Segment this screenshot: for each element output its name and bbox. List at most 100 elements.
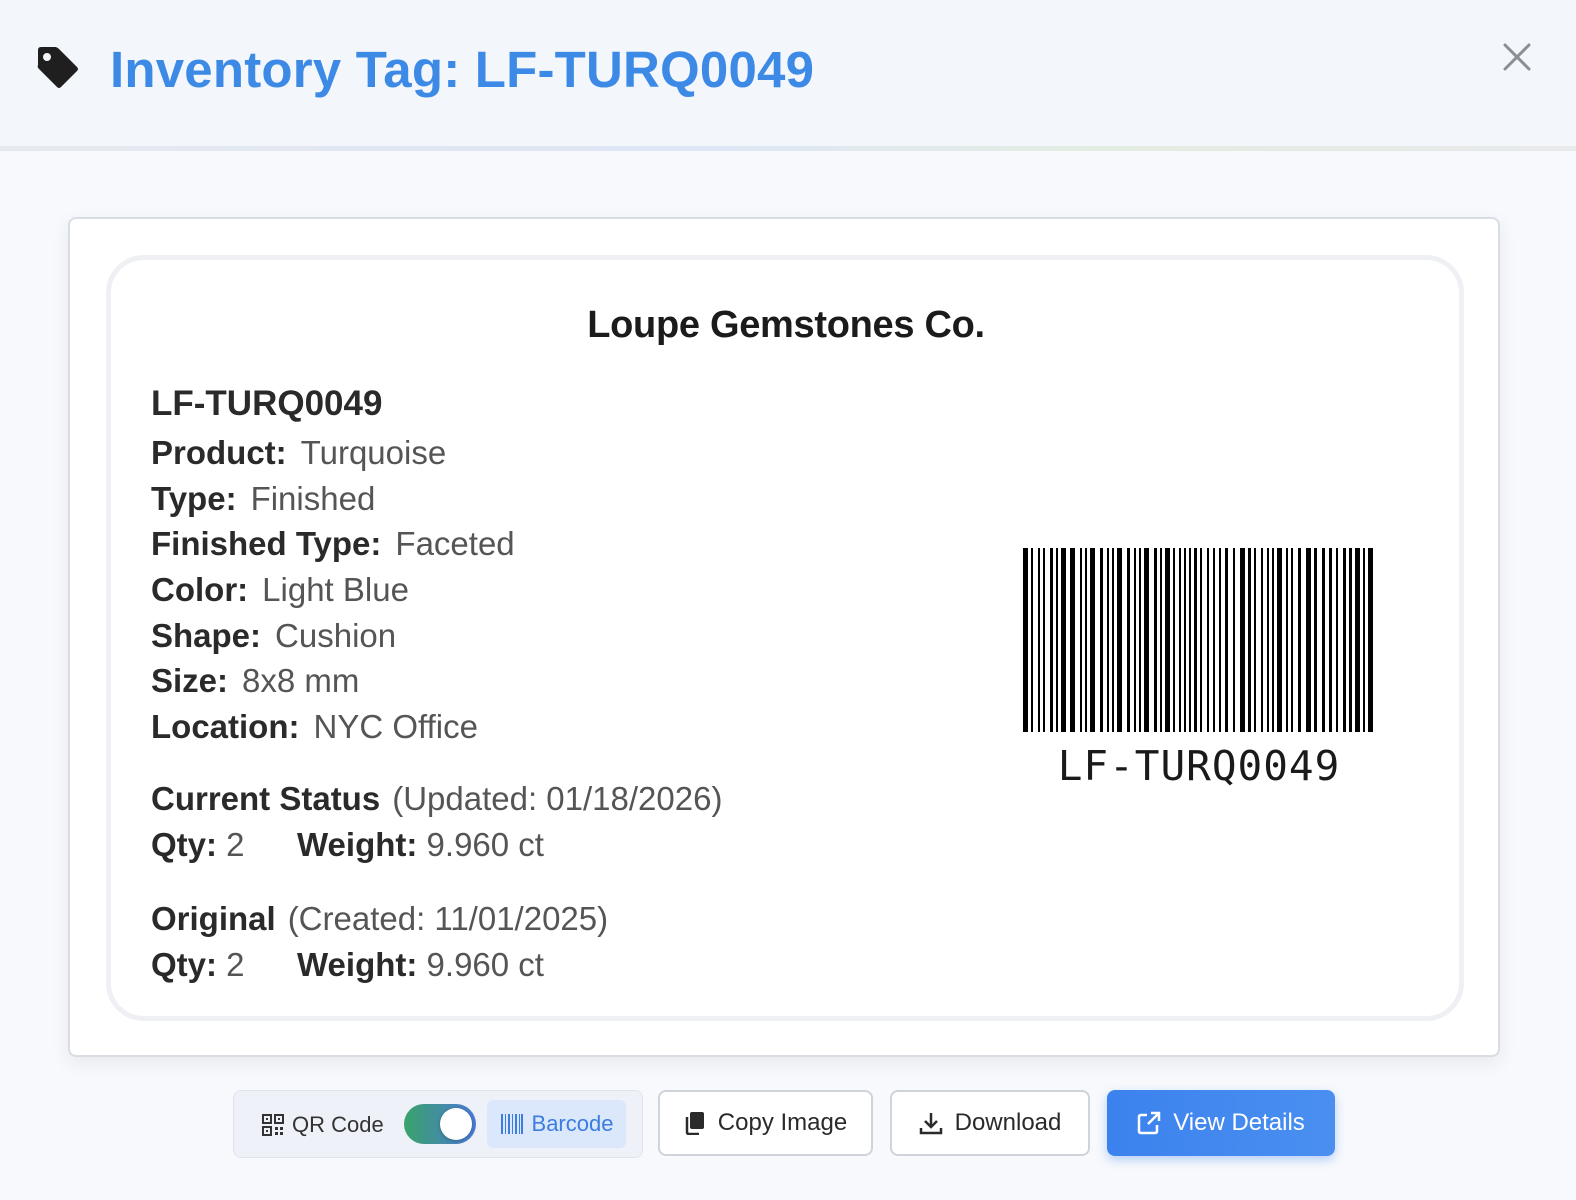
field-value: Faceted bbox=[395, 525, 515, 563]
qr-code-option[interactable]: QR Code bbox=[262, 1109, 384, 1141]
barcode-bar bbox=[1261, 548, 1263, 732]
barcode-bar bbox=[1343, 548, 1346, 732]
copy-icon bbox=[685, 1112, 704, 1135]
barcode-bar bbox=[1070, 548, 1075, 732]
field-value: NYC Office bbox=[313, 708, 478, 746]
company-name: Loupe Gemstones Co. bbox=[587, 304, 985, 346]
code-type-toggle-group: QR Code Barcode bbox=[233, 1090, 643, 1158]
current-status-title: Current Status bbox=[151, 780, 381, 817]
qty-label: Qty: bbox=[151, 946, 217, 983]
barcode-bar bbox=[1355, 548, 1360, 732]
original-title: Original bbox=[151, 900, 276, 937]
original-qty: 2 bbox=[226, 946, 245, 983]
barcode-bar bbox=[1194, 548, 1197, 732]
inventory-label-card: Loupe Gemstones Co. LF-TURQ0049 Product:… bbox=[106, 255, 1464, 1021]
barcode-bar bbox=[1267, 548, 1269, 732]
barcode-bar bbox=[1173, 548, 1175, 732]
switch-knob bbox=[440, 1108, 472, 1140]
barcode-bar bbox=[1085, 548, 1087, 732]
barcode-bar bbox=[1179, 548, 1181, 732]
barcode-bar bbox=[1248, 548, 1251, 732]
barcode-bar bbox=[1368, 548, 1373, 732]
barcode-bar bbox=[1291, 548, 1293, 732]
field-value: Cushion bbox=[275, 616, 397, 654]
barcode-bar bbox=[1139, 548, 1141, 732]
field-shape: Shape: Cushion bbox=[151, 613, 515, 659]
qty-label: Qty: bbox=[151, 826, 217, 863]
barcode-bar bbox=[1286, 548, 1288, 732]
barcode-bar bbox=[1050, 548, 1053, 732]
field-key: Finished Type: bbox=[151, 525, 382, 563]
barcode-bar bbox=[1349, 548, 1352, 732]
field-color: Color: Light Blue bbox=[151, 567, 515, 613]
barcode-icon bbox=[500, 1114, 523, 1134]
view-details-label: View Details bbox=[1173, 1109, 1305, 1136]
field-type: Type: Finished bbox=[151, 476, 515, 522]
barcode-bar bbox=[1160, 548, 1162, 732]
barcode-bar bbox=[1090, 548, 1095, 732]
weight-label: Weight: bbox=[297, 946, 418, 983]
field-location: Location: NYC Office bbox=[151, 704, 515, 750]
sku-code: LF-TURQ0049 bbox=[151, 384, 383, 423]
barcode-image bbox=[1023, 548, 1373, 732]
modal-title: Inventory Tag: LF-TURQ0049 bbox=[110, 41, 815, 98]
original-block: Original (Created: 11/01/2025) Qty: 2 Weig… bbox=[151, 896, 608, 988]
barcode-bar bbox=[1277, 548, 1282, 732]
current-weight: 9.960 ct bbox=[426, 826, 544, 863]
field-product: Product: Turquoise bbox=[151, 430, 515, 476]
barcode-bar bbox=[1254, 548, 1256, 732]
barcode-bar bbox=[1314, 548, 1317, 732]
barcode-label: Barcode bbox=[531, 1111, 614, 1136]
qr-code-label: QR Code bbox=[292, 1112, 384, 1137]
barcode-bar bbox=[1298, 548, 1301, 732]
download-label: Download bbox=[954, 1109, 1062, 1136]
original-created: (Created: 11/01/2025) bbox=[287, 900, 609, 937]
copy-image-button[interactable]: Copy Image bbox=[658, 1090, 873, 1156]
current-qty: 2 bbox=[226, 826, 245, 863]
barcode-bar bbox=[1329, 548, 1332, 732]
barcode-bar bbox=[1061, 548, 1066, 732]
original-weight: 9.960 ct bbox=[426, 946, 544, 983]
barcode-bar bbox=[1272, 548, 1274, 732]
barcode-bar bbox=[1023, 548, 1028, 732]
field-value: Turquoise bbox=[300, 434, 447, 471]
field-value: Finished bbox=[250, 479, 376, 517]
barcode-bar bbox=[1213, 548, 1215, 732]
field-finished-type: Finished Type: Faceted bbox=[151, 521, 515, 567]
view-details-button[interactable]: View Details bbox=[1107, 1090, 1335, 1156]
barcode-bar bbox=[1117, 548, 1122, 732]
barcode-bar bbox=[1154, 548, 1157, 732]
current-status-block: Current Status (Updated: 01/18/2026) Qty:… bbox=[151, 776, 722, 868]
label-fields: Product: Turquoise Type: Finished Finished… bbox=[151, 430, 515, 750]
barcode-bar bbox=[1031, 548, 1033, 732]
barcode-bar bbox=[1038, 548, 1040, 732]
close-icon[interactable] bbox=[1498, 38, 1536, 76]
barcode-bar bbox=[1165, 548, 1170, 732]
barcode-bar bbox=[1240, 548, 1245, 732]
field-key: Location: bbox=[151, 708, 300, 746]
download-button[interactable]: Download bbox=[890, 1090, 1090, 1156]
barcode-bar bbox=[1107, 548, 1109, 732]
barcode-bar bbox=[1336, 548, 1338, 732]
field-value: 8x8 mm bbox=[242, 662, 360, 700]
code-type-switch[interactable] bbox=[404, 1104, 476, 1144]
barcode-bar bbox=[1207, 548, 1209, 732]
field-key: Type: bbox=[151, 479, 237, 517]
barcode-bar bbox=[1322, 548, 1325, 732]
field-size: Size: 8x8 mm bbox=[151, 658, 515, 704]
current-status-updated: (Updated: 01/18/2026) bbox=[392, 780, 723, 817]
field-key: Product: bbox=[151, 434, 287, 471]
inventory-tag-modal: Inventory Tag: LF-TURQ0049 Loupe Gemston… bbox=[0, 0, 1576, 1200]
barcode-option[interactable]: Barcode bbox=[487, 1100, 626, 1148]
download-icon bbox=[919, 1113, 942, 1135]
barcode-bar bbox=[1144, 548, 1149, 732]
header-divider bbox=[0, 146, 1576, 151]
field-value: Light Blue bbox=[262, 571, 409, 609]
external-link-icon bbox=[1137, 1111, 1161, 1135]
barcode-bar bbox=[1200, 548, 1202, 732]
barcode-text: LF-TURQ0049 bbox=[1057, 742, 1341, 790]
barcode-bar bbox=[1112, 548, 1114, 732]
barcode-bar bbox=[1127, 548, 1130, 732]
barcode-bar bbox=[1225, 548, 1228, 732]
qr-code-icon bbox=[262, 1114, 284, 1136]
